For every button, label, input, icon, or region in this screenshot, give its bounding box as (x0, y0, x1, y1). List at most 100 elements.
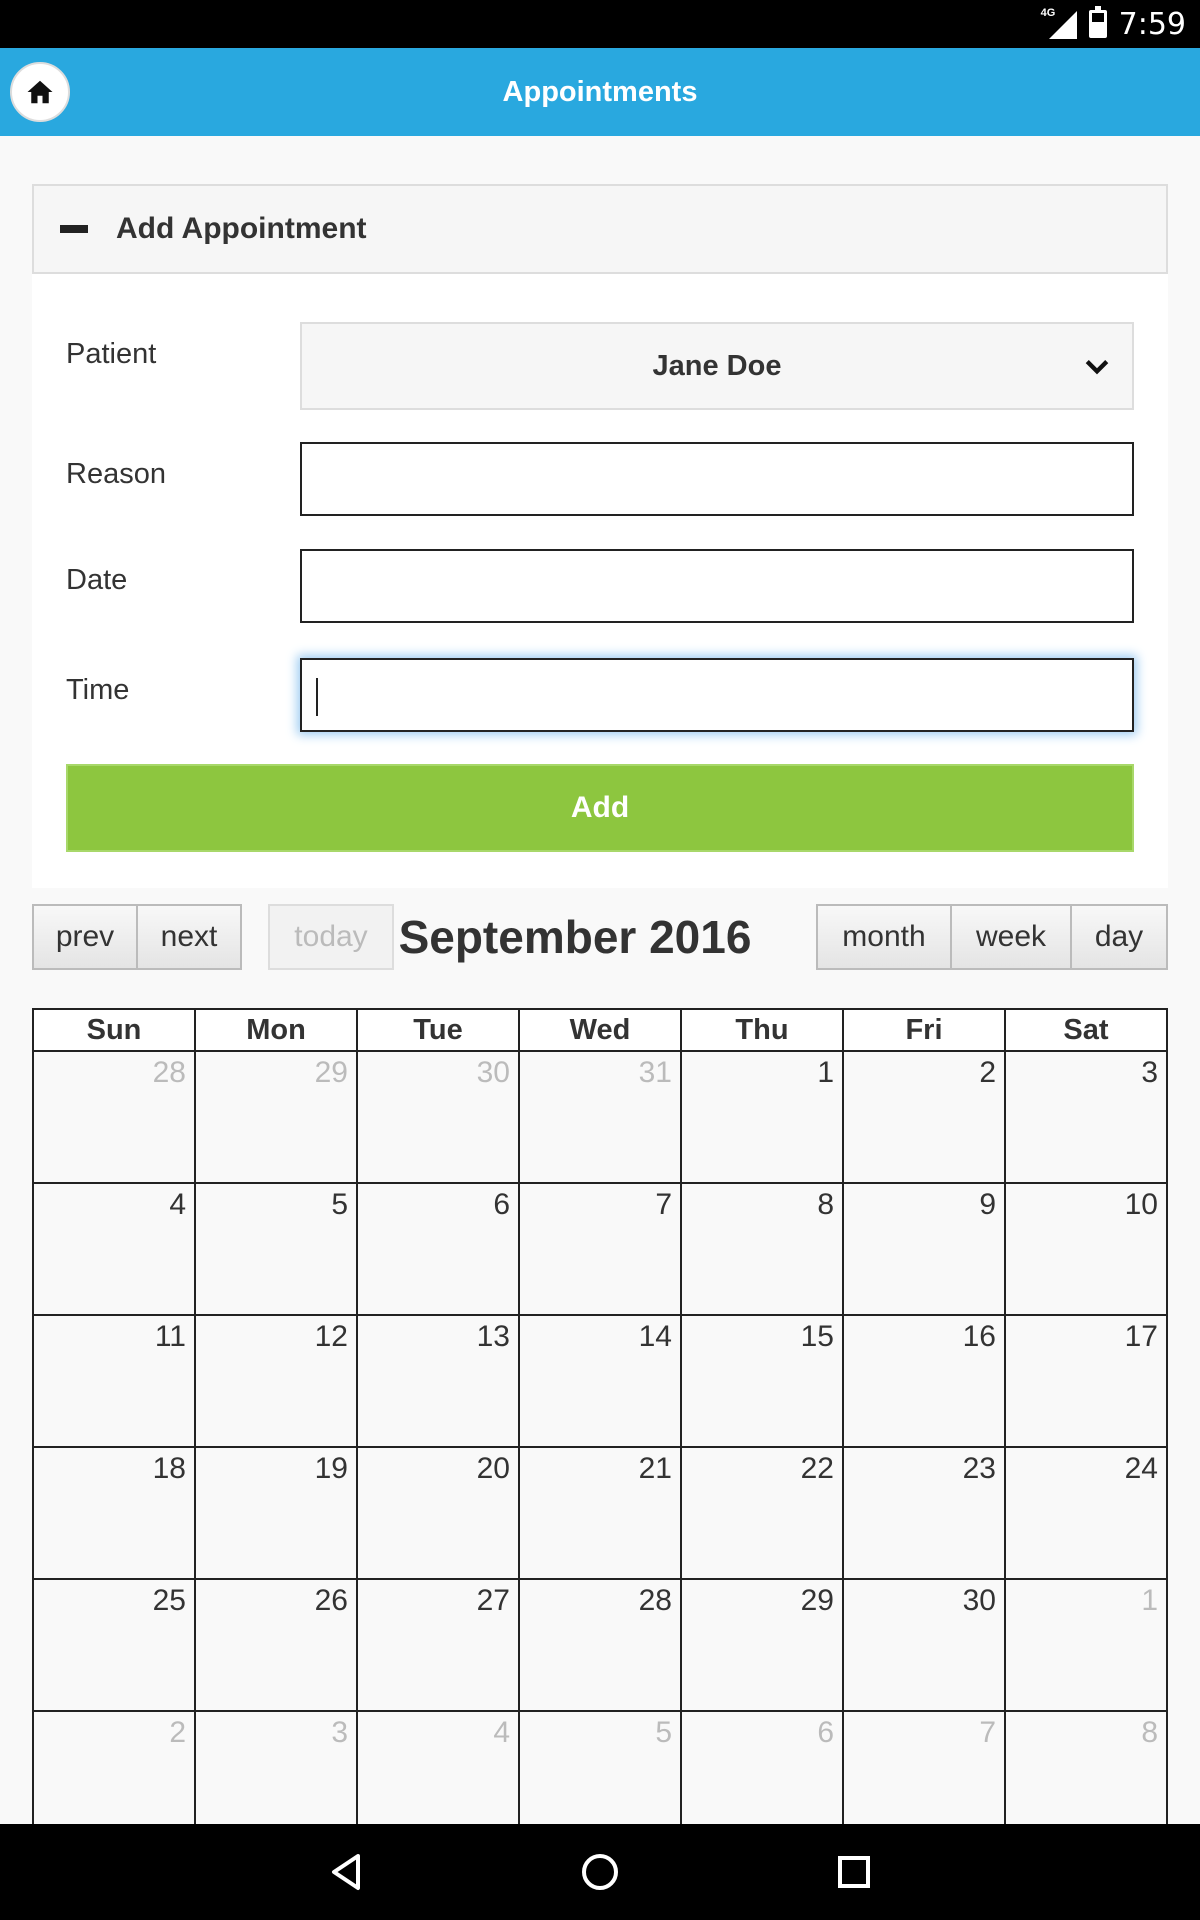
day-cell[interactable]: 21 (518, 1446, 682, 1580)
day-cell[interactable]: 14 (518, 1314, 682, 1448)
day-number: 1 (817, 1056, 834, 1089)
month-view-button[interactable]: month (816, 904, 952, 970)
day-cell[interactable]: 6 (680, 1710, 844, 1824)
day-cell[interactable]: 1 (1004, 1578, 1168, 1712)
day-number: 9 (979, 1188, 996, 1221)
day-cell[interactable]: 7 (518, 1182, 682, 1316)
day-cell[interactable]: 3 (1004, 1050, 1168, 1184)
day-cell[interactable]: 11 (32, 1314, 196, 1448)
week-row: 4 5 6 7 8 9 10 (32, 1182, 1168, 1316)
day-number: 25 (152, 1584, 186, 1617)
day-cell[interactable]: 9 (842, 1182, 1006, 1316)
view-button-group: month week day (816, 904, 1168, 970)
calendar-grid: Sun Mon Tue Wed Thu Fri Sat 28 29 30 31 1 2 3 4 5 6 7 8 9 1… (32, 1008, 1168, 1824)
day-cell[interactable]: 4 (32, 1182, 196, 1316)
patient-selected-value: Jane Doe (652, 349, 782, 382)
day-number: 5 (655, 1716, 672, 1749)
patient-select[interactable]: Jane Doe (300, 322, 1134, 410)
day-view-button[interactable]: day (1072, 904, 1168, 970)
day-cell[interactable]: 30 (356, 1050, 520, 1184)
signal-icon: 4G (1041, 7, 1077, 39)
day-cell[interactable]: 16 (842, 1314, 1006, 1448)
date-input[interactable] (300, 549, 1134, 623)
day-cell[interactable]: 2 (842, 1050, 1006, 1184)
day-cell[interactable]: 2 (32, 1710, 196, 1824)
day-number: 2 (169, 1716, 186, 1749)
day-cell[interactable]: 30 (842, 1578, 1006, 1712)
day-cell[interactable]: 12 (194, 1314, 358, 1448)
day-cell[interactable]: 4 (356, 1710, 520, 1824)
day-cell[interactable]: 23 (842, 1446, 1006, 1580)
week-view-button[interactable]: week (952, 904, 1072, 970)
nav-button-group: prev next (32, 904, 242, 970)
day-cell[interactable]: 7 (842, 1710, 1006, 1824)
week-row: 25 26 27 28 29 30 1 (32, 1578, 1168, 1712)
app-bar: Appointments (0, 48, 1200, 136)
day-cell[interactable]: 31 (518, 1050, 682, 1184)
reason-input[interactable] (300, 442, 1134, 516)
chevron-down-icon (1085, 360, 1109, 375)
day-cell[interactable]: 3 (194, 1710, 358, 1824)
day-number: 20 (476, 1452, 510, 1485)
day-cell[interactable]: 20 (356, 1446, 520, 1580)
home-circle-icon (582, 1854, 618, 1890)
next-button[interactable]: next (138, 904, 242, 970)
day-cell[interactable]: 28 (518, 1578, 682, 1712)
day-number: 8 (1141, 1716, 1158, 1749)
day-cell[interactable]: 28 (32, 1050, 196, 1184)
prev-button[interactable]: prev (32, 904, 138, 970)
day-cell[interactable]: 27 (356, 1578, 520, 1712)
day-cell[interactable]: 5 (518, 1710, 682, 1824)
day-number: 15 (800, 1320, 834, 1353)
day-cell[interactable]: 29 (680, 1578, 844, 1712)
day-cell[interactable]: 18 (32, 1446, 196, 1580)
day-cell[interactable]: 5 (194, 1182, 358, 1316)
recents-icon (838, 1856, 870, 1888)
day-cell[interactable]: 22 (680, 1446, 844, 1580)
time-input[interactable] (300, 658, 1134, 732)
day-number: 21 (638, 1452, 672, 1485)
weekday-header: Thu (680, 1008, 844, 1052)
day-number: 11 (154, 1320, 186, 1353)
weekday-header: Wed (518, 1008, 682, 1052)
day-cell[interactable]: 29 (194, 1050, 358, 1184)
day-cell[interactable]: 6 (356, 1182, 520, 1316)
add-appointment-toggle[interactable]: Add Appointment (32, 184, 1168, 274)
day-cell[interactable]: 19 (194, 1446, 358, 1580)
today-button[interactable]: today (268, 904, 394, 970)
calendar-title: September 2016 (398, 911, 752, 963)
day-cell[interactable]: 10 (1004, 1182, 1168, 1316)
weeks-body: 28 29 30 31 1 2 3 4 5 6 7 8 9 10 11 12 13 14 15 16 17 18 19 20 2… (32, 1050, 1168, 1824)
day-number: 16 (962, 1320, 996, 1353)
day-number: 13 (476, 1320, 510, 1353)
day-cell[interactable]: 8 (680, 1182, 844, 1316)
status-time: 7:59 (1118, 6, 1186, 42)
day-number: 22 (800, 1452, 834, 1485)
month-table: Sun Mon Tue Wed Thu Fri Sat 28 29 30 31 1 2 3 4 5 6 7 8 9 1… (32, 1008, 1168, 1824)
day-cell[interactable]: 17 (1004, 1314, 1168, 1448)
day-number: 2 (979, 1056, 996, 1089)
day-cell[interactable]: 26 (194, 1578, 358, 1712)
back-icon (332, 1854, 360, 1890)
day-number: 7 (655, 1188, 672, 1221)
home-nav-button[interactable] (578, 1850, 622, 1894)
back-button[interactable] (324, 1850, 368, 1894)
day-number: 4 (169, 1188, 186, 1221)
day-cell[interactable]: 25 (32, 1578, 196, 1712)
day-number: 7 (979, 1716, 996, 1749)
weekday-header: Sat (1004, 1008, 1168, 1052)
day-number: 10 (1124, 1188, 1158, 1221)
calendar-toolbar: prev next today September 2016 month wee… (32, 904, 1168, 970)
status-icons: 4G 7:59 (1041, 0, 1186, 48)
day-cell[interactable]: 1 (680, 1050, 844, 1184)
add-button[interactable]: Add (66, 764, 1134, 852)
day-cell[interactable]: 24 (1004, 1446, 1168, 1580)
week-row: 18 19 20 21 22 23 24 (32, 1446, 1168, 1580)
day-cell[interactable]: 13 (356, 1314, 520, 1448)
weekday-header: Fri (842, 1008, 1006, 1052)
day-cell[interactable]: 15 (680, 1314, 844, 1448)
day-cell[interactable]: 8 (1004, 1710, 1168, 1824)
day-number: 12 (314, 1320, 348, 1353)
recents-button[interactable] (832, 1850, 876, 1894)
week-row: 11 12 13 14 15 16 17 (32, 1314, 1168, 1448)
